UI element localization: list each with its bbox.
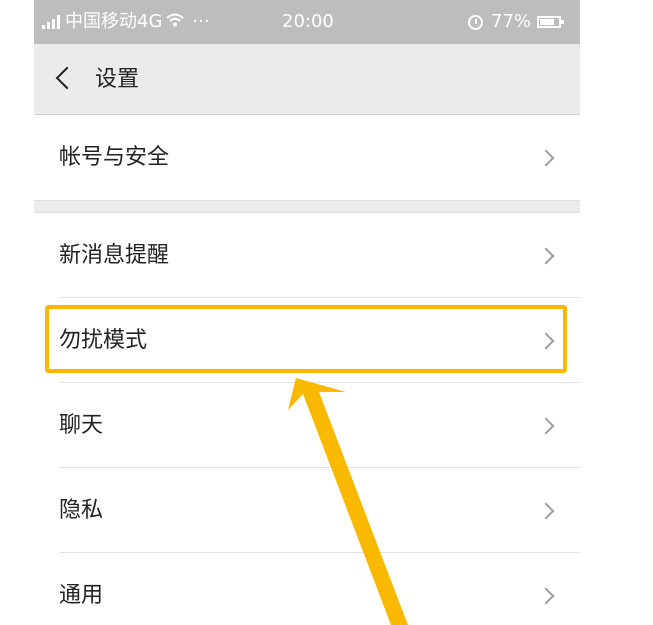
arrow-shape	[288, 378, 408, 625]
annotation-arrow	[288, 378, 408, 625]
